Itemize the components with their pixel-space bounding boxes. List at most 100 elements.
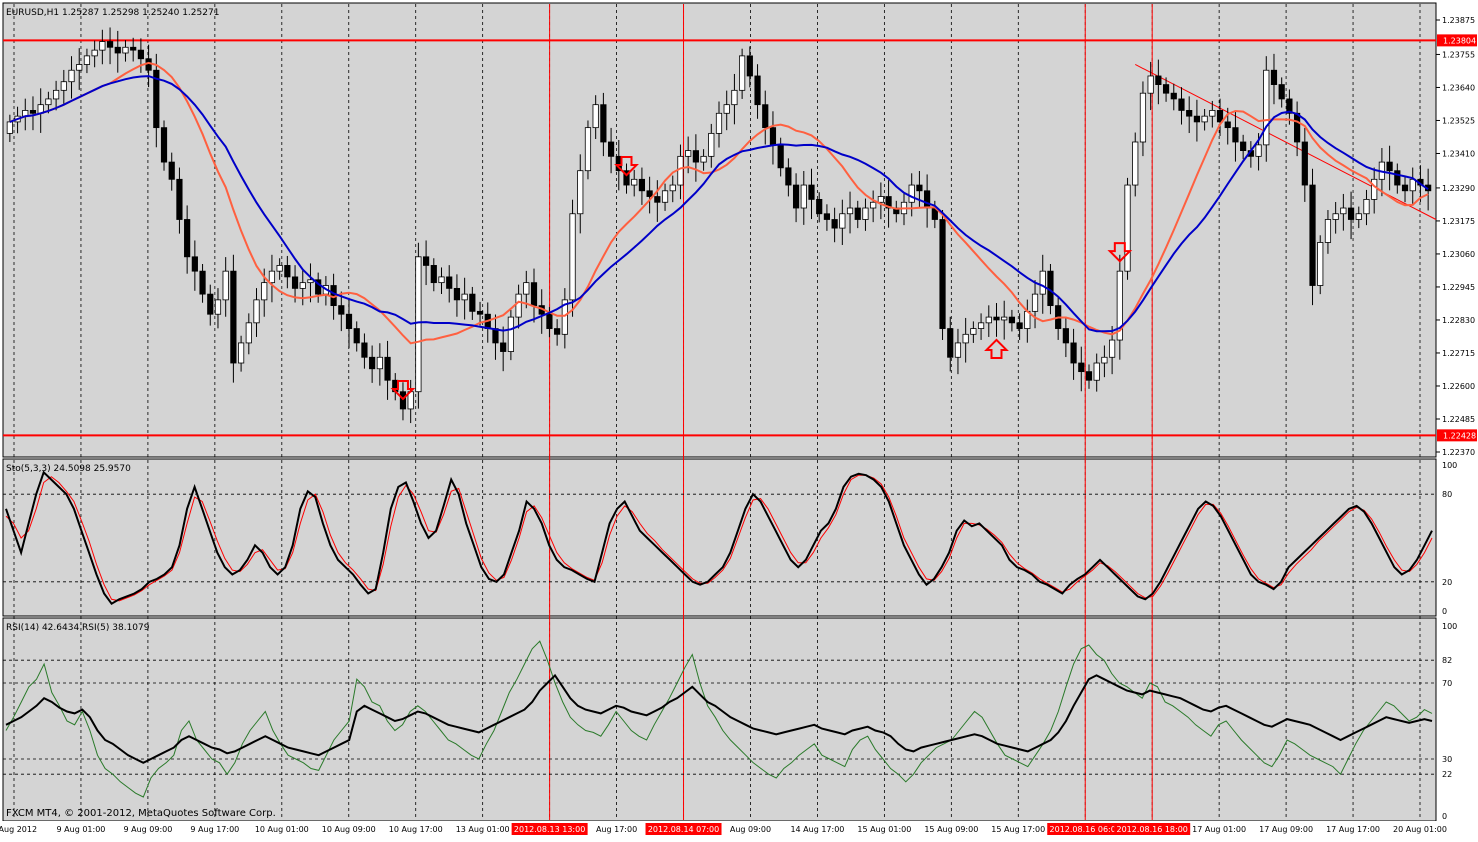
candle-body bbox=[1186, 110, 1193, 117]
candle-body bbox=[160, 127, 168, 163]
candle-body bbox=[870, 201, 877, 209]
candle-body bbox=[746, 55, 753, 77]
candle-body bbox=[669, 184, 676, 192]
candle-body bbox=[1039, 270, 1046, 295]
highlight-time-label: 2012.08.14 07:00 bbox=[648, 825, 719, 834]
candle-body bbox=[1232, 127, 1239, 143]
candle-body bbox=[6, 121, 13, 134]
price-tick-label: 1.23060 bbox=[1442, 250, 1475, 259]
time-label: 9 Aug 17:00 bbox=[190, 825, 239, 834]
candle-body bbox=[569, 213, 576, 301]
candle-body bbox=[523, 282, 530, 295]
candle-body bbox=[862, 207, 869, 220]
candle-body bbox=[607, 141, 615, 157]
time-label: 9 Aug 09:00 bbox=[123, 825, 172, 834]
candle-body bbox=[1170, 92, 1177, 100]
price-pane-bg bbox=[2, 2, 1437, 458]
stoch-tick-label: 0 bbox=[1442, 607, 1447, 616]
candle-body bbox=[1340, 207, 1347, 215]
candle-body bbox=[446, 276, 453, 289]
candle-body bbox=[361, 342, 368, 358]
candle-body bbox=[1085, 371, 1093, 381]
candle-body bbox=[1386, 161, 1393, 172]
candle-body bbox=[230, 270, 237, 364]
rsi-tick-label: 22 bbox=[1442, 770, 1452, 779]
candle-body bbox=[1178, 98, 1185, 111]
time-label: 15 Aug 17:00 bbox=[991, 825, 1045, 834]
candle-body bbox=[1109, 339, 1116, 358]
candle-body bbox=[831, 219, 838, 229]
candle-body bbox=[507, 316, 514, 352]
candle-body bbox=[53, 89, 60, 100]
rsi-tick-label: 0 bbox=[1442, 812, 1447, 821]
candle-body bbox=[1031, 293, 1039, 312]
candle-body bbox=[554, 328, 561, 335]
candle-body bbox=[1193, 115, 1201, 123]
candle-body bbox=[68, 69, 75, 83]
candle-body bbox=[106, 41, 114, 48]
candle-body bbox=[207, 293, 214, 315]
candle-body bbox=[130, 46, 137, 51]
candle-body bbox=[638, 178, 646, 192]
chart-canvas[interactable]: 1.23804 1.22428 1.23875 1.23755 1.23640 1.23… bbox=[0, 0, 1478, 838]
candle-body bbox=[839, 213, 846, 229]
rsi-tick-label: 100 bbox=[1442, 622, 1457, 631]
candle-body bbox=[1309, 184, 1316, 286]
candle-body bbox=[739, 55, 746, 91]
candle-body bbox=[854, 207, 861, 220]
candle-body bbox=[1371, 178, 1378, 200]
candle-body bbox=[916, 184, 923, 192]
candle-body bbox=[1124, 184, 1131, 272]
candle-body bbox=[284, 265, 291, 278]
time-label: 8 Aug 2012 bbox=[0, 825, 37, 834]
candle-body bbox=[762, 104, 769, 129]
time-label: 20 Aug 01:00 bbox=[1393, 825, 1447, 834]
candle-body bbox=[823, 213, 831, 220]
candle-body bbox=[769, 127, 777, 146]
candle-body bbox=[970, 328, 977, 335]
mt4-chart-window[interactable]: 1.23804 1.22428 1.23875 1.23755 1.23640 1.23… bbox=[0, 0, 1478, 838]
candle-body bbox=[245, 322, 252, 344]
candle-body bbox=[338, 305, 345, 315]
stoch-tick-label: 80 bbox=[1442, 490, 1452, 499]
symbol-label: EURUSD,H1 1.25287 1.25298 1.25240 1.2527… bbox=[6, 8, 219, 18]
rsi-tick-label: 30 bbox=[1442, 755, 1452, 764]
highlight-time-label: 2012.08.16 06:00 bbox=[1050, 825, 1121, 834]
candle-body bbox=[1008, 316, 1016, 324]
candle-body bbox=[785, 167, 792, 186]
rsi-tick-label: 82 bbox=[1442, 656, 1452, 665]
candle-body bbox=[731, 89, 738, 106]
candle-body bbox=[800, 184, 807, 209]
candle-body bbox=[237, 342, 245, 364]
candle-body bbox=[1209, 110, 1216, 117]
candle-body bbox=[1332, 213, 1339, 220]
candle-body bbox=[993, 316, 1000, 321]
candle-body bbox=[1363, 199, 1370, 215]
stoch-pane-bg bbox=[2, 458, 1437, 617]
time-label: 17 Aug 09:00 bbox=[1259, 825, 1313, 834]
time-label: Aug 09:00 bbox=[730, 825, 771, 834]
candle-body bbox=[99, 41, 106, 51]
candle-body bbox=[415, 256, 422, 393]
candle-body bbox=[291, 276, 299, 289]
candle-body bbox=[715, 112, 723, 134]
highlight-time-label: 2012.08.13 13:00 bbox=[514, 825, 585, 834]
candle-body bbox=[792, 184, 800, 209]
candle-body bbox=[1240, 141, 1247, 152]
candle-body bbox=[592, 104, 599, 129]
candle-body bbox=[584, 127, 592, 172]
candle-body bbox=[708, 132, 715, 157]
candle-body bbox=[924, 190, 931, 209]
candle-body bbox=[816, 199, 823, 215]
time-label: 17 Aug 01:00 bbox=[1192, 825, 1246, 834]
candle-body bbox=[1224, 121, 1231, 129]
level-price-label: 1.23804 bbox=[1443, 36, 1476, 45]
copyright-label: FXCM MT4, © 2001-2012, MetaQuotes Softwa… bbox=[6, 808, 276, 819]
candle-body bbox=[962, 333, 969, 344]
candle-body bbox=[376, 356, 383, 370]
time-label: Aug 17:00 bbox=[596, 825, 637, 834]
candle-body bbox=[808, 184, 815, 200]
candle-body bbox=[83, 55, 91, 65]
candle-body bbox=[661, 190, 669, 203]
stoch-tick-label: 100 bbox=[1442, 461, 1457, 470]
